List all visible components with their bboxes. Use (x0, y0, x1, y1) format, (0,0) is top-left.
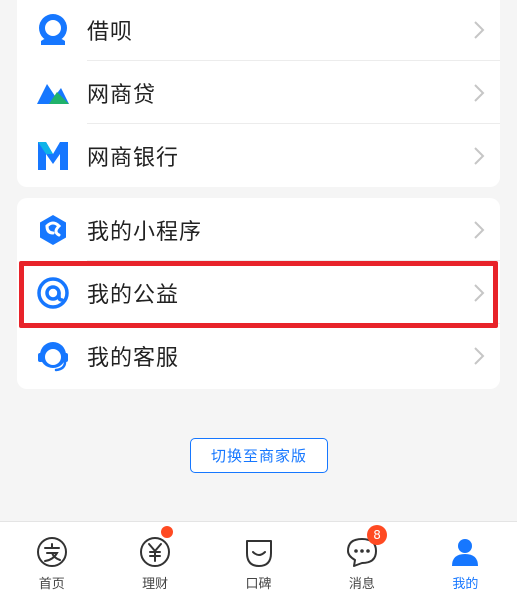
list-item-label: 我的公益 (87, 282, 180, 308)
jiebei-icon (35, 12, 71, 48)
koubei-icon (245, 540, 272, 567)
finance-services-card: 借呗 网商贷 网商银行 (17, 0, 500, 187)
list-item-label: 我的客服 (87, 345, 180, 371)
tab-messages[interactable]: 8 消息 (310, 522, 413, 600)
list-item-wangshangdai[interactable]: 网商贷 (17, 61, 500, 124)
tab-wealth[interactable]: 理财 (103, 522, 206, 600)
list-item-charity[interactable]: 我的公益 (17, 261, 500, 324)
list-item-label: 网商银行 (87, 145, 180, 171)
yuan-icon (140, 537, 171, 567)
chevron-right-icon (474, 146, 485, 165)
chevron-right-icon (474, 20, 485, 39)
list-item-mini-program[interactable]: 我的小程序 (17, 198, 500, 261)
person-icon (452, 539, 479, 566)
bottom-tab-bar: 首页 理财 口碑 8 消息 我的 (0, 521, 517, 600)
tab-koubei[interactable]: 口碑 (207, 522, 310, 600)
tab-label: 消息 (348, 577, 375, 592)
switch-merchant-button[interactable]: 切换至商家版 (190, 438, 328, 473)
personal-services-card: 我的小程序 我的公益 我的客服 (17, 198, 500, 389)
list-item-mybank[interactable]: 网商银行 (17, 124, 500, 187)
customer-service-icon (35, 338, 71, 374)
mybank-icon (35, 138, 71, 174)
tab-label: 理财 (142, 577, 169, 592)
tab-home[interactable]: 首页 (0, 522, 103, 600)
chevron-right-icon (474, 346, 485, 365)
list-item-label: 网商贷 (87, 82, 157, 108)
message-count-badge: 8 (367, 525, 388, 545)
chevron-right-icon (474, 283, 485, 302)
wangshangdai-icon (35, 75, 71, 111)
list-item-label: 我的小程序 (87, 219, 203, 245)
list-item-customer-service[interactable]: 我的客服 (17, 324, 500, 387)
mini-program-icon (35, 212, 71, 248)
list-item-jiebei[interactable]: 借呗 (17, 0, 500, 61)
tab-label: 我的 (452, 577, 479, 592)
list-item-label: 借呗 (87, 19, 134, 45)
charity-icon (35, 275, 71, 311)
tab-mine[interactable]: 我的 (414, 522, 517, 600)
chevron-right-icon (474, 83, 485, 102)
chevron-right-icon (474, 220, 485, 239)
alipay-home-icon (36, 537, 67, 567)
tab-label: 首页 (38, 577, 65, 592)
tab-label: 口碑 (245, 577, 272, 592)
